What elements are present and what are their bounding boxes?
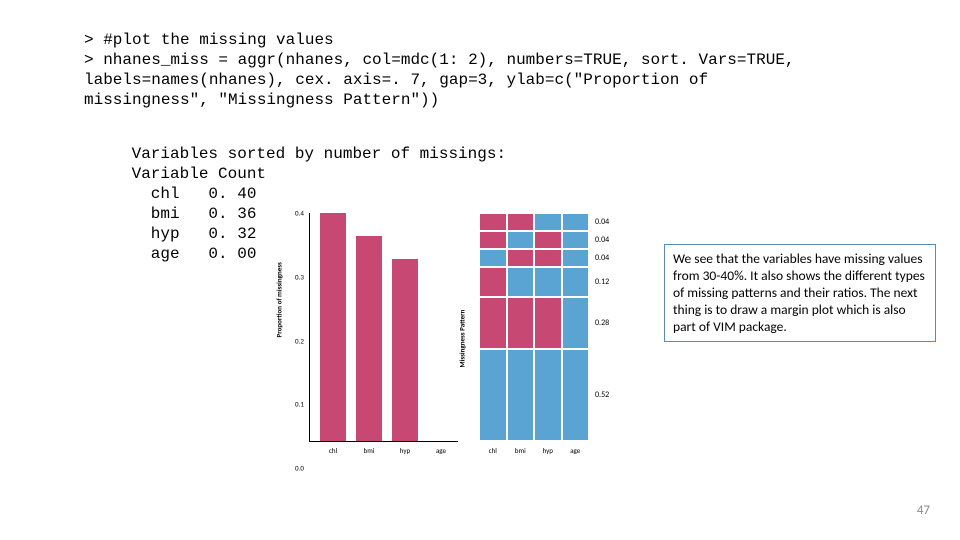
pattern-cell [479, 249, 507, 267]
pattern-cell [562, 231, 590, 249]
bar-chl [320, 213, 346, 441]
code-line: missingness", "Missingness Pattern")) [84, 91, 439, 109]
annotation-text: We see that the variables have missing v… [673, 250, 925, 335]
pattern-cell [479, 349, 507, 441]
pattern-cell [479, 297, 507, 349]
output-line: Variables sorted by number of missings: [122, 145, 516, 163]
pattern-ylabel: Missingness Pattern [458, 310, 467, 368]
pattern-row [479, 297, 589, 349]
pattern-cell [507, 297, 535, 349]
code-line: > nhanes_miss = aggr(nhanes, col=mdc(1: … [84, 51, 795, 69]
pattern-row [479, 213, 589, 231]
pattern-cell [534, 213, 562, 231]
code-line: labels=names(nhanes), cex. axis=. 7, gap… [84, 71, 708, 89]
pattern-cell [507, 249, 535, 267]
page-number: 47 [917, 503, 930, 518]
pattern-cell [534, 349, 562, 441]
charts-container: Proportion of missingness 0.4 0.3 0.2 0.… [275, 195, 635, 495]
pattern-cell [562, 349, 590, 441]
pattern-cell [562, 249, 590, 267]
output-line: hyp 0. 32 [122, 225, 256, 243]
pattern-chart: Missingness Pattern [475, 213, 625, 468]
pattern-cell [534, 267, 562, 297]
ratio-label: 0.04 [595, 235, 609, 245]
pattern-cell [479, 267, 507, 297]
pattern-cell [562, 297, 590, 349]
output-line: Variable Count [122, 165, 266, 183]
pattern-row [479, 249, 589, 267]
bar-hyp [392, 259, 418, 441]
bar-xtick: age [428, 446, 454, 455]
pattern-xtick: age [562, 446, 590, 455]
pattern-row [479, 349, 589, 441]
bar-xtick: chl [320, 446, 346, 455]
bar-ytick: 0.3 [295, 272, 304, 281]
bar-ytick: 0.1 [295, 400, 304, 409]
pattern-cell [507, 213, 535, 231]
ratio-label: 0.12 [595, 277, 609, 287]
pattern-xtick: chl [479, 446, 507, 455]
pattern-xtick: hyp [534, 446, 562, 455]
ratio-label: 0.04 [595, 217, 609, 227]
bar-xtick: bmi [356, 446, 382, 455]
ratio-label: 0.28 [595, 318, 609, 328]
bar-ytick: 0.4 [295, 209, 304, 218]
pattern-cell [534, 249, 562, 267]
pattern-cell [562, 213, 590, 231]
bar-chart: Proportion of missingness 0.4 0.3 0.2 0.… [293, 213, 458, 468]
pattern-cell [479, 213, 507, 231]
ratio-label: 0.04 [595, 253, 609, 263]
output-line: age 0. 00 [122, 245, 256, 263]
pattern-cell [507, 267, 535, 297]
ratio-label: 0.52 [595, 390, 609, 400]
pattern-row [479, 267, 589, 297]
pattern-grid: chl bmi hyp age [479, 213, 589, 441]
output-line: bmi 0. 36 [122, 205, 256, 223]
bar-ytick: 0.2 [295, 336, 304, 345]
code-block: > #plot the missing values > nhanes_miss… [84, 30, 795, 110]
bar-bmi [356, 236, 382, 441]
bar-ylabel: Proportion of missingness [275, 262, 284, 337]
bar-plot-area: chl bmi hyp age [309, 213, 458, 442]
pattern-cell [479, 231, 507, 249]
pattern-row [479, 231, 589, 249]
output-line: chl 0. 40 [122, 185, 256, 203]
annotation-box: We see that the variables have missing v… [664, 244, 936, 342]
pattern-cell [562, 267, 590, 297]
bar-xtick: hyp [392, 446, 418, 455]
pattern-cell [507, 349, 535, 441]
pattern-cell [534, 297, 562, 349]
pattern-cell [534, 231, 562, 249]
pattern-xtick: bmi [507, 446, 535, 455]
bar-ytick: 0.0 [295, 464, 304, 473]
pattern-cell [507, 231, 535, 249]
code-line: > #plot the missing values [84, 31, 334, 49]
